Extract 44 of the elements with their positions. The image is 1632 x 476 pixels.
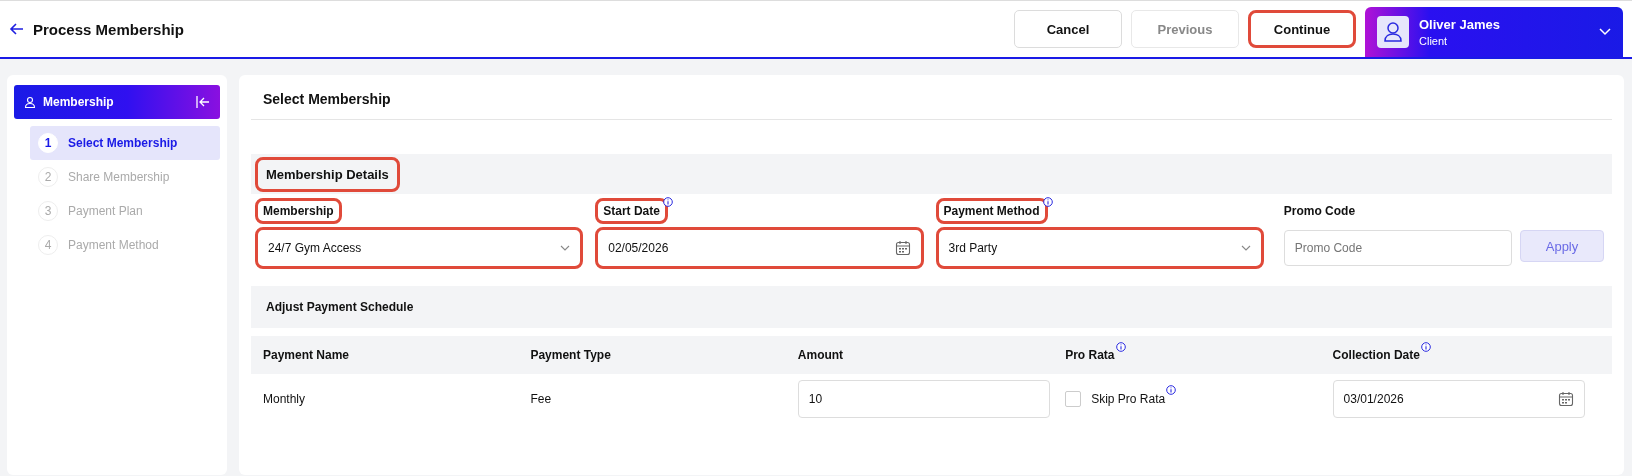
column-header: Payment Name: [263, 348, 350, 362]
info-icon[interactable]: [1420, 342, 1431, 352]
step-item[interactable]: 1 Select Membership: [30, 126, 220, 160]
user-name: Oliver James: [1419, 17, 1501, 32]
column-header: Collection Date: [1332, 348, 1431, 362]
chevron-down-icon: [1599, 28, 1611, 36]
user-icon: [1377, 16, 1409, 48]
date-field[interactable]: 03/01/2026: [1332, 380, 1585, 418]
field-label: Membership: [255, 198, 342, 224]
collapse-icon[interactable]: [196, 96, 210, 108]
promo-code-field[interactable]: Promo Code: [1283, 230, 1512, 266]
column-header: Pro Rata: [1065, 348, 1126, 362]
header-button[interactable]: Cancel: [1014, 10, 1122, 48]
checkbox[interactable]: [1065, 391, 1082, 407]
field-label: Promo Code: [1282, 203, 1357, 220]
info-icon[interactable]: [662, 197, 673, 207]
chevron-down-icon: [1240, 245, 1251, 251]
user-menu[interactable]: Oliver James Client: [1365, 7, 1623, 57]
header-button[interactable]: Previous: [1131, 10, 1239, 48]
page-heading: Process Membership: [33, 20, 184, 38]
column-header: Payment Type: [530, 348, 611, 362]
checkbox-label: Skip Pro Rata: [1091, 392, 1166, 406]
sidebar-title: Membership: [43, 95, 115, 109]
table-cell: Monthly: [263, 392, 306, 406]
apply-button[interactable]: Apply: [1520, 230, 1604, 262]
dropdown-field[interactable]: 24/7 Gym Access: [255, 227, 584, 269]
info-icon[interactable]: [1166, 385, 1177, 395]
user-icon: [24, 96, 36, 108]
info-icon[interactable]: [1042, 197, 1053, 207]
user-role: Client: [1419, 35, 1449, 47]
section-heading: Adjust Payment Schedule: [265, 299, 415, 316]
amount-field[interactable]: 10: [797, 380, 1050, 418]
column-header: Amount: [797, 348, 844, 362]
table-cell: Fee: [530, 392, 552, 406]
header-button[interactable]: Continue: [1248, 10, 1356, 48]
date-field[interactable]: 02/05/2026: [595, 227, 924, 269]
info-icon[interactable]: [1115, 342, 1126, 352]
calendar-icon: [1557, 391, 1574, 407]
dropdown-field[interactable]: 3rd Party: [935, 227, 1264, 269]
back-arrow-icon[interactable]: [9, 21, 25, 37]
chevron-down-icon: [560, 245, 571, 251]
section-heading: Membership Details: [255, 156, 400, 192]
calendar-icon: [894, 240, 911, 256]
section-title: Select Membership: [251, 75, 1612, 120]
